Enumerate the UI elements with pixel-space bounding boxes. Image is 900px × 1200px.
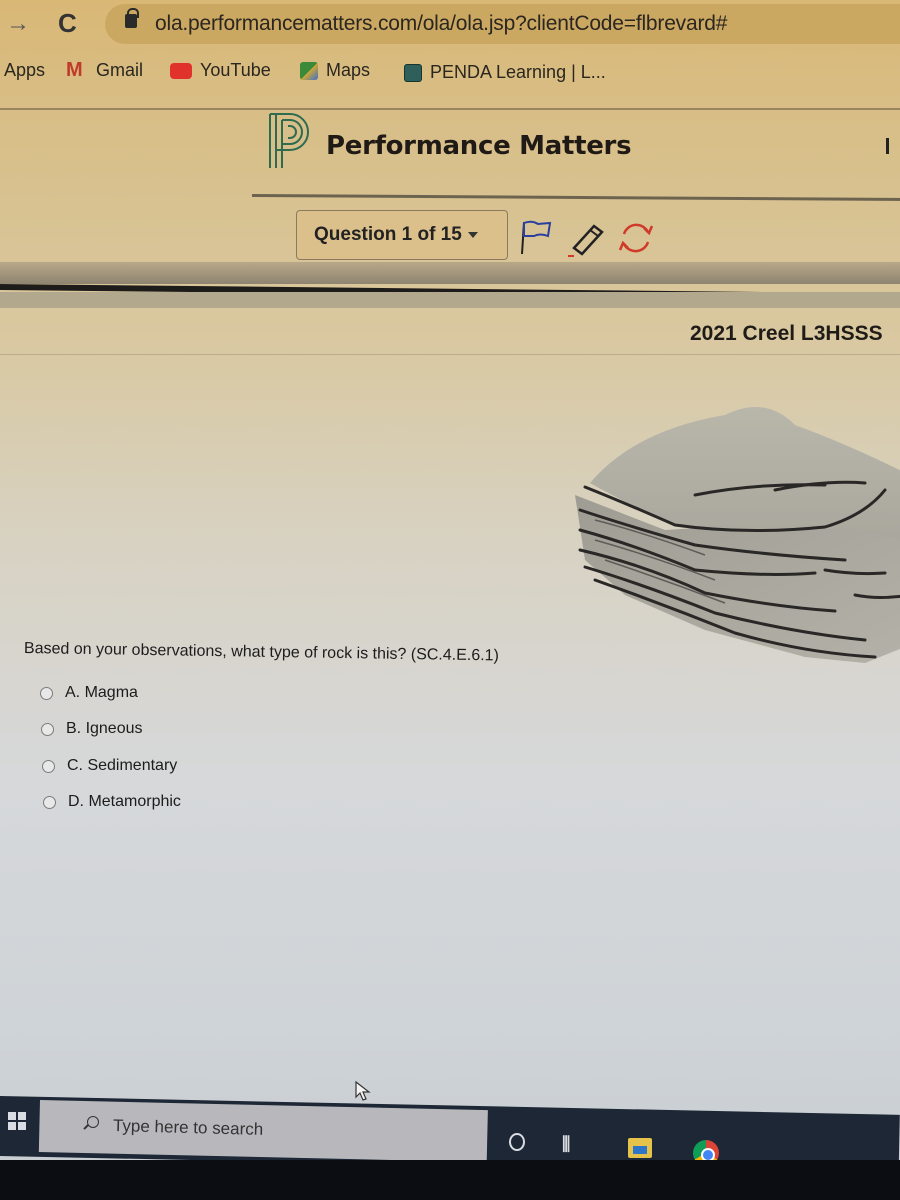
bookmark-maps[interactable]: Maps — [300, 60, 370, 81]
taskbar-search-box[interactable] — [38, 1100, 488, 1163]
header-edge-mark — [886, 138, 889, 154]
mouse-cursor-icon — [355, 1080, 371, 1101]
test-title: 2021 Creel L3HSSS — [690, 322, 883, 345]
maps-icon — [300, 61, 318, 80]
bookmarks-divider — [0, 108, 900, 110]
bookmarks-bar: Apps Gmail YouTube Maps PENDA Learning |… — [0, 56, 900, 92]
title-divider — [0, 354, 900, 355]
chevron-down-icon — [467, 232, 478, 238]
radio-button[interactable] — [42, 759, 55, 773]
windows-start-icon[interactable] — [8, 1112, 26, 1130]
option-d[interactable]: D. Metamorphic — [43, 793, 181, 811]
bookmark-label: YouTube — [200, 60, 271, 80]
taskbar-search-placeholder[interactable]: Type here to search — [113, 1116, 264, 1140]
header-divider — [251, 193, 900, 202]
flag-icon[interactable] — [520, 218, 552, 258]
question-selector-label: Question 1 of 15 — [314, 224, 462, 245]
cortana-icon[interactable] — [509, 1133, 525, 1151]
title-band — [0, 292, 900, 308]
file-explorer-icon[interactable] — [628, 1138, 652, 1158]
bookmark-label: Apps — [4, 60, 46, 80]
option-a[interactable]: A. Magma — [40, 684, 138, 702]
option-b[interactable]: B. Igneous — [41, 720, 143, 738]
gmail-icon — [66, 59, 88, 82]
youtube-icon — [170, 62, 192, 79]
forward-icon[interactable]: → — [6, 10, 30, 38]
refresh-icon[interactable] — [616, 218, 656, 258]
option-label: B. Igneous — [66, 720, 143, 737]
performance-matters-logo-icon — [269, 113, 309, 168]
question-selector[interactable]: Question 1 of 15 — [296, 210, 508, 260]
option-label: C. Sedimentary — [67, 757, 178, 774]
address-row: → C ola.performancematters.com/ola/ola.j… — [0, 0, 900, 48]
task-view-icon[interactable]: ⫼ — [562, 1134, 570, 1155]
bookmark-gmail[interactable]: Gmail — [66, 59, 144, 82]
option-label: D. Metamorphic — [68, 793, 181, 810]
radio-button[interactable] — [40, 686, 53, 700]
rock-image — [575, 407, 900, 663]
bookmark-youtube[interactable]: YouTube — [170, 60, 271, 81]
url-text[interactable]: ola.performancematters.com/ola/ola.jsp?c… — [155, 12, 727, 36]
bookmark-label: Gmail — [96, 60, 144, 80]
bookmark-label: Maps — [326, 60, 371, 80]
bookmark-label: PENDA Learning | L... — [430, 62, 606, 82]
bookmark-penda[interactable]: PENDA Learning | L... — [404, 62, 606, 83]
question-text: Based on your observations, what type of… — [23, 640, 499, 665]
radio-button[interactable] — [43, 795, 56, 809]
monitor-bezel — [0, 1160, 900, 1200]
option-label: A. Magma — [65, 684, 138, 701]
lock-icon — [125, 8, 139, 28]
option-c[interactable]: C. Sedimentary — [42, 757, 177, 775]
reload-icon[interactable]: C — [58, 8, 77, 39]
pencil-icon[interactable] — [566, 218, 606, 258]
radio-button[interactable] — [41, 722, 54, 736]
toolbar-band — [0, 262, 900, 284]
bookmark-apps[interactable]: Apps — [4, 60, 45, 81]
search-icon — [87, 1116, 99, 1128]
penda-icon — [404, 63, 422, 82]
brand-name: Performance Matters — [326, 131, 632, 161]
